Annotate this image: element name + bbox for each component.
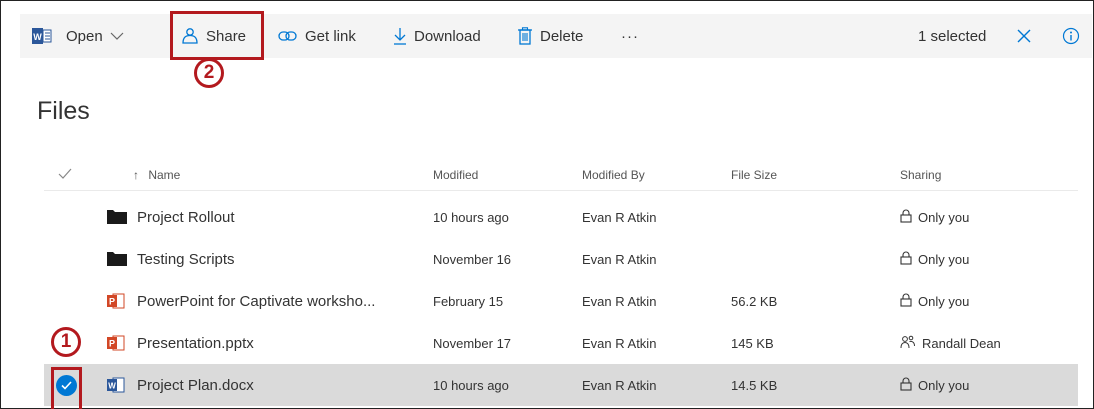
modified-date: 10 hours ago <box>433 377 509 393</box>
open-button-label: Open <box>66 27 103 45</box>
callout-badge-1: 1 <box>51 327 81 357</box>
get-link-button[interactable]: Get link <box>278 14 356 58</box>
file-row[interactable]: P Presentation.pptx November 17 Evan R A… <box>44 322 1078 364</box>
modified-by: Evan R Atkin <box>582 209 657 225</box>
modified-by: Evan R Atkin <box>582 377 657 393</box>
sort-ascending-icon: ↑ <box>133 168 139 182</box>
sharing-status[interactable]: Only you <box>900 196 969 238</box>
modified-by: Evan R Atkin <box>582 335 657 351</box>
callout-badge-2: 2 <box>194 58 224 88</box>
share-highlight-box <box>170 11 264 60</box>
file-row[interactable]: Testing Scripts November 16 Evan R Atkin… <box>44 238 1078 280</box>
powerpoint-file-icon: P <box>107 322 125 364</box>
sharing-label: Only you <box>918 251 970 267</box>
get-link-button-label: Get link <box>305 27 356 45</box>
people-icon <box>900 335 916 352</box>
close-icon <box>1017 29 1031 43</box>
selection-status: 1 selected <box>918 14 986 58</box>
column-header-name-label: Name <box>148 168 181 182</box>
lock-icon <box>900 293 912 310</box>
file-size: 14.5 KB <box>731 377 778 393</box>
file-name-link[interactable]: PowerPoint for Captivate worksho... <box>137 280 375 322</box>
column-header-modified[interactable]: Modified <box>433 168 478 182</box>
lock-icon <box>900 209 912 226</box>
column-header-sharing[interactable]: Sharing <box>900 168 941 182</box>
download-button-label: Download <box>414 27 481 45</box>
word-icon: W <box>32 14 52 58</box>
link-icon <box>278 29 298 43</box>
modified-by: Evan R Atkin <box>582 251 657 267</box>
sharing-status[interactable]: Only you <box>900 238 969 280</box>
file-row-selected[interactable]: W Project Plan.docx 10 hours ago Evan R … <box>44 364 1078 406</box>
sharing-label: Only you <box>918 293 970 309</box>
header-divider <box>44 190 1078 191</box>
sharing-label: Only you <box>918 377 970 393</box>
sharing-label: Only you <box>918 209 970 225</box>
selected-count-label: 1 selected <box>918 27 987 45</box>
chevron-down-icon <box>110 31 124 41</box>
checkbox-highlight-box <box>51 367 82 409</box>
select-all-checkmark[interactable] <box>58 168 72 183</box>
file-name-link[interactable]: Testing Scripts <box>137 238 235 280</box>
sharing-status[interactable]: Only you <box>900 280 969 322</box>
callout-number-2: 2 <box>203 62 215 83</box>
column-header-file-size[interactable]: File Size <box>731 168 777 182</box>
file-row[interactable]: P PowerPoint for Captivate worksho... Fe… <box>44 280 1078 322</box>
svg-text:P: P <box>109 297 115 307</box>
page-title: Files <box>37 97 90 125</box>
download-icon <box>393 27 407 45</box>
modified-date: November 16 <box>433 251 512 267</box>
lock-icon <box>900 377 912 394</box>
powerpoint-file-icon: P <box>107 280 125 322</box>
info-button[interactable] <box>1062 14 1080 58</box>
column-header-name[interactable]: ↑ Name <box>133 168 180 182</box>
more-actions-button[interactable]: ··· <box>621 14 639 58</box>
trash-icon <box>517 27 533 45</box>
file-name-link[interactable]: Project Rollout <box>137 196 235 238</box>
more-actions-label: ··· <box>621 27 639 45</box>
folder-icon <box>107 196 127 238</box>
clear-selection-button[interactable] <box>1017 14 1031 58</box>
delete-button[interactable]: Delete <box>517 14 583 58</box>
modified-date: November 17 <box>433 335 512 351</box>
file-size: 56.2 KB <box>731 293 778 309</box>
delete-button-label: Delete <box>540 27 584 45</box>
svg-text:W: W <box>108 382 116 391</box>
file-name-link[interactable]: Project Plan.docx <box>137 364 254 406</box>
sharing-label: Randall Dean <box>922 335 1001 351</box>
word-file-icon: W <box>107 364 125 406</box>
modified-date: February 15 <box>433 293 504 309</box>
modified-by: Evan R Atkin <box>582 293 657 309</box>
file-row[interactable]: Project Rollout 10 hours ago Evan R Atki… <box>44 196 1078 238</box>
svg-text:P: P <box>109 339 115 349</box>
column-header-modified-by[interactable]: Modified By <box>582 168 645 182</box>
download-button[interactable]: Download <box>393 14 481 58</box>
lock-icon <box>900 251 912 268</box>
sharing-status[interactable]: Only you <box>900 364 969 406</box>
callout-number-1: 1 <box>60 331 72 352</box>
info-icon <box>1062 27 1080 45</box>
open-button[interactable]: Open <box>66 14 124 58</box>
svg-text:W: W <box>33 32 42 42</box>
modified-date: 10 hours ago <box>433 209 509 225</box>
folder-icon <box>107 238 127 280</box>
sharing-status[interactable]: Randall Dean <box>900 322 1001 364</box>
file-size: 145 KB <box>731 335 774 351</box>
file-name-link[interactable]: Presentation.pptx <box>137 322 254 364</box>
